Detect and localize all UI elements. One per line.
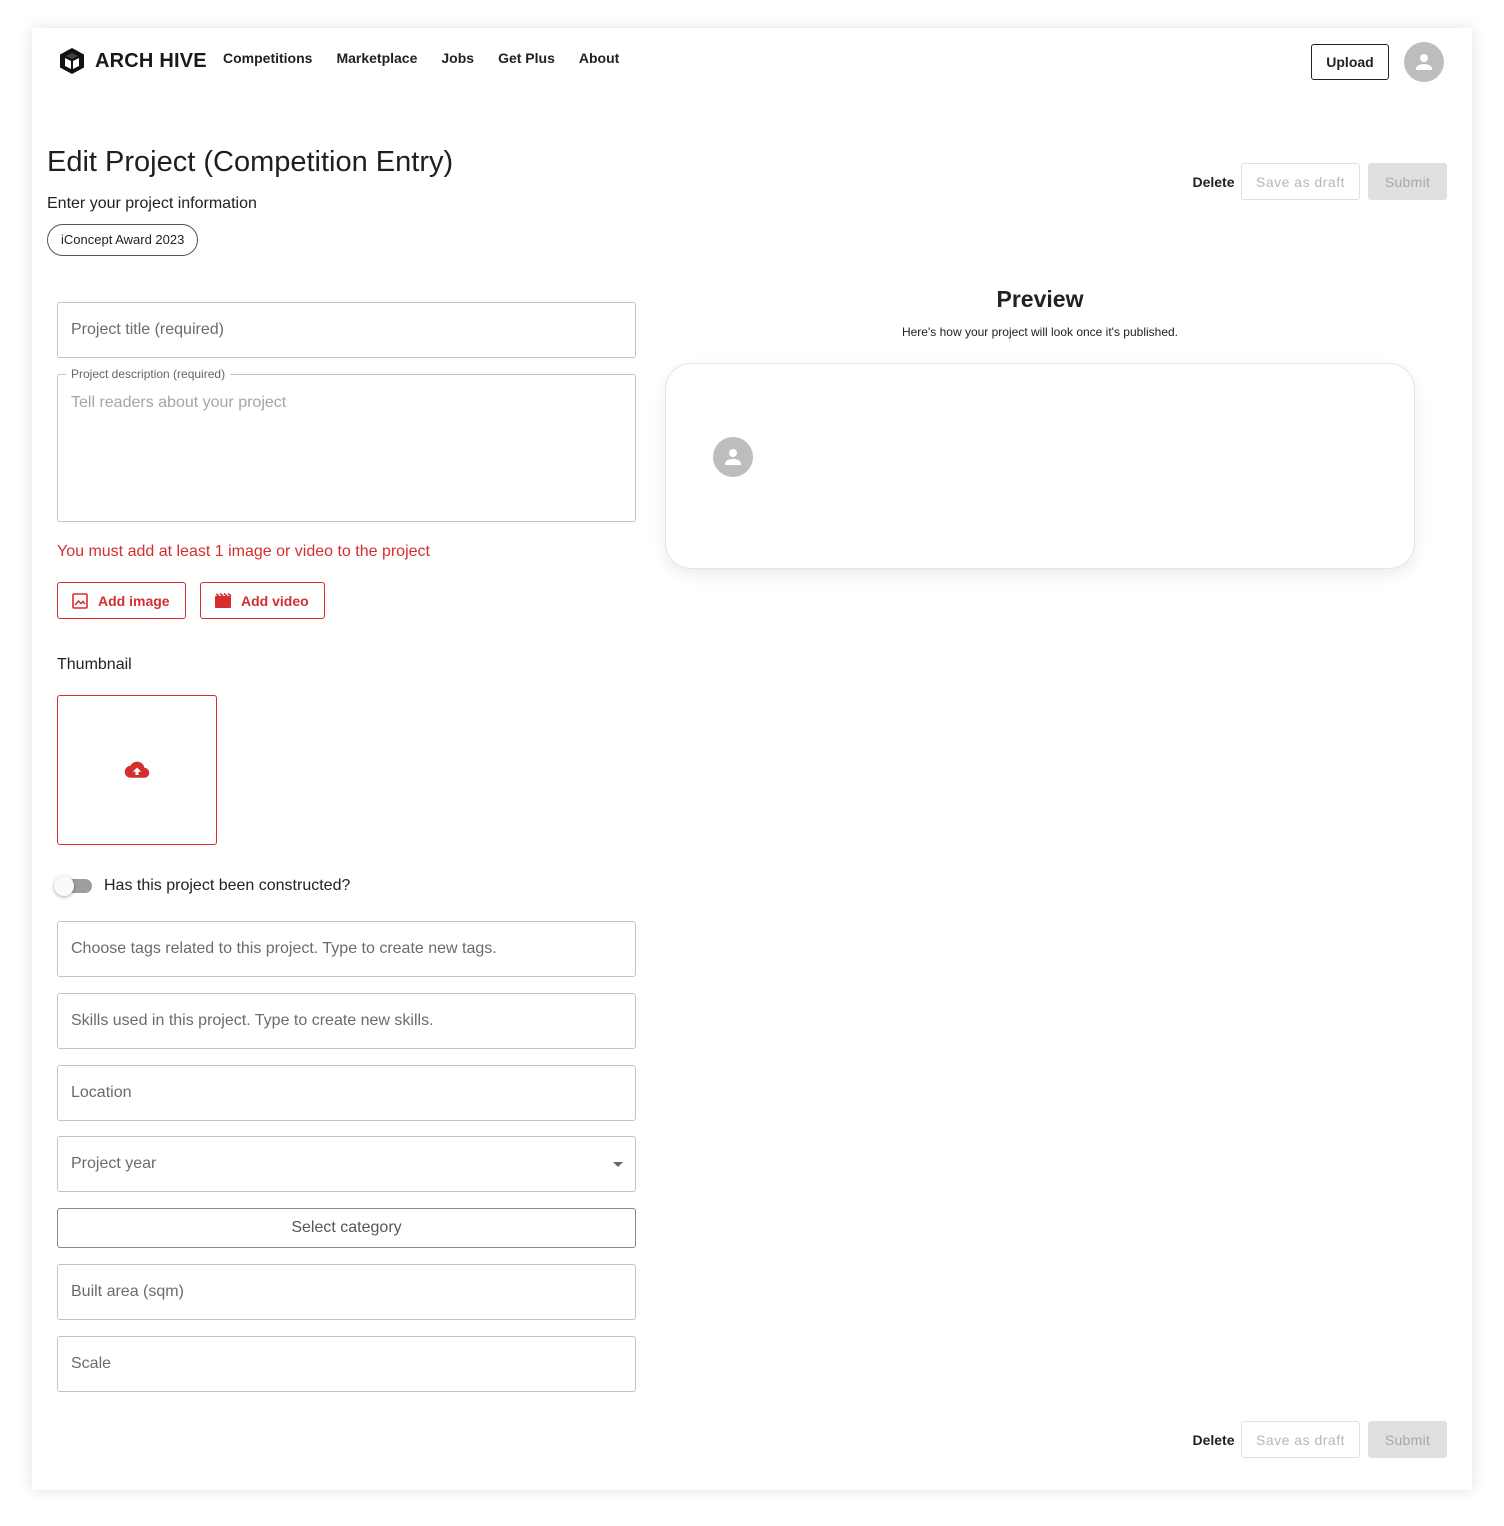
- add-image-button[interactable]: Add image: [57, 582, 186, 619]
- location-placeholder: Location: [71, 1084, 132, 1101]
- project-description-placeholder: Tell readers about your project: [71, 394, 287, 411]
- image-icon: [72, 592, 88, 609]
- constructed-toggle[interactable]: [54, 876, 94, 896]
- top-navbar: ARCH HIVE Competitions Marketplace Jobs …: [32, 28, 1472, 96]
- dropdown-arrow-icon: [613, 1162, 623, 1167]
- preview-subtitle: Here's how your project will look once i…: [901, 325, 1179, 339]
- project-description-textarea[interactable]: Project description (required) Tell read…: [57, 367, 636, 522]
- add-image-label: Add image: [98, 592, 170, 609]
- constructed-label: Has this project been constructed?: [104, 877, 351, 894]
- submit-button-bottom[interactable]: Submit: [1368, 1421, 1447, 1458]
- thumbnail-upload-area[interactable]: [57, 695, 217, 845]
- brand-name: ARCH HIVE: [95, 49, 207, 72]
- main-nav: Competitions Marketplace Jobs Get Plus A…: [223, 50, 643, 66]
- app-frame: ARCH HIVE Competitions Marketplace Jobs …: [32, 28, 1472, 1490]
- nav-jobs[interactable]: Jobs: [441, 50, 474, 66]
- upload-button[interactable]: Upload: [1311, 44, 1389, 80]
- nav-get-plus[interactable]: Get Plus: [498, 50, 555, 66]
- scale-placeholder: Scale: [71, 1355, 112, 1372]
- person-icon: [725, 449, 741, 465]
- project-title-placeholder: Project title (required): [71, 321, 224, 338]
- location-input[interactable]: Location: [57, 1065, 636, 1121]
- nav-marketplace[interactable]: Marketplace: [336, 50, 417, 66]
- preview-title: Preview: [996, 286, 1084, 312]
- save-draft-button-bottom[interactable]: Save as draft: [1241, 1421, 1360, 1458]
- tags-input[interactable]: Choose tags related to this project. Typ…: [57, 921, 636, 977]
- page-subtitle: Enter your project information: [47, 195, 257, 212]
- built-area-input[interactable]: Built area (sqm): [57, 1264, 636, 1320]
- top-action-bar: Delete Save as draft Submit: [1186, 163, 1447, 200]
- project-year-select[interactable]: Project year: [57, 1136, 636, 1192]
- user-avatar[interactable]: [1404, 42, 1444, 82]
- save-draft-button[interactable]: Save as draft: [1241, 163, 1360, 200]
- thumbnail-label: Thumbnail: [57, 656, 132, 673]
- skills-input[interactable]: Skills used in this project. Type to cre…: [57, 993, 636, 1049]
- submit-button[interactable]: Submit: [1368, 163, 1447, 200]
- preview-card: [665, 363, 1415, 569]
- hive-logo-icon: [60, 48, 84, 74]
- person-icon: [1416, 54, 1432, 70]
- nav-about[interactable]: About: [579, 50, 619, 66]
- project-year-placeholder: Project year: [71, 1155, 157, 1172]
- delete-button[interactable]: Delete: [1186, 174, 1241, 190]
- competition-chip[interactable]: iConcept Award 2023: [47, 224, 199, 256]
- delete-button-bottom[interactable]: Delete: [1186, 1432, 1241, 1448]
- built-area-placeholder: Built area (sqm): [71, 1283, 184, 1300]
- add-video-button[interactable]: Add video: [200, 582, 325, 619]
- media-error-message: You must add at least 1 image or video t…: [57, 543, 430, 560]
- brand-logo[interactable]: ARCH HIVE: [58, 47, 207, 75]
- project-title-input[interactable]: Project title (required): [57, 302, 636, 358]
- tags-placeholder: Choose tags related to this project. Typ…: [71, 940, 497, 957]
- cloud-upload-icon: [124, 761, 150, 778]
- bottom-action-bar: Delete Save as draft Submit: [1186, 1421, 1447, 1458]
- skills-placeholder: Skills used in this project. Type to cre…: [71, 1012, 434, 1029]
- toggle-knob: [54, 876, 74, 896]
- project-description-label: Project description (required): [66, 367, 231, 381]
- video-clapper-icon: [215, 592, 232, 608]
- scale-input[interactable]: Scale: [57, 1336, 636, 1392]
- select-category-button[interactable]: Select category: [57, 1208, 636, 1248]
- preview-author-avatar: [713, 437, 753, 477]
- add-video-label: Add video: [241, 592, 309, 609]
- page-title: Edit Project (Competition Entry): [47, 146, 454, 178]
- nav-competitions[interactable]: Competitions: [223, 50, 312, 66]
